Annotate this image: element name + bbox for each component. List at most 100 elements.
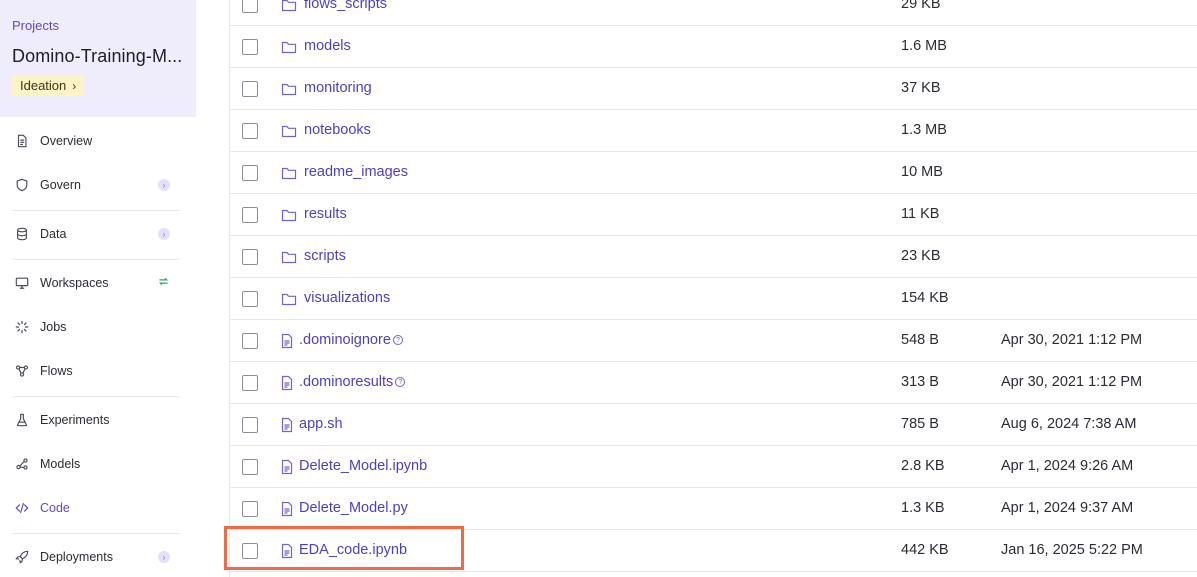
row-checkbox[interactable]	[242, 417, 258, 433]
file-size: 442 KB	[901, 542, 949, 558]
file-row[interactable]: monitoring 37 KB	[230, 68, 1197, 110]
sidebar-item-label: Experiments	[40, 413, 110, 427]
file-name-link[interactable]: scripts	[304, 248, 346, 264]
sidebar-item-label: Deployments	[40, 550, 113, 564]
file-name: models	[304, 38, 351, 54]
file-row[interactable]: Delete_Model.ipynb 2.8 KB Apr 1, 2024 9:26…	[230, 446, 1197, 488]
sidebar-item-label: Flows	[40, 364, 73, 378]
stage-badge[interactable]: Ideation ›	[12, 75, 85, 96]
file-row[interactable]: .dominoignore? 548 B Apr 30, 2021 1:12 PM	[230, 320, 1197, 362]
folder-icon	[281, 81, 297, 101]
sidebar-item-flows[interactable]: Flows	[12, 359, 180, 383]
file-name-link[interactable]: readme_images	[304, 164, 408, 180]
file-row[interactable]: visualizations 154 KB	[230, 278, 1197, 320]
file-row[interactable]: flows_scripts 29 KB	[230, 0, 1197, 26]
file-row[interactable]: models 1.6 MB	[230, 26, 1197, 68]
help-icon[interactable]: ?	[392, 335, 403, 346]
file-modified: Jan 16, 2025 5:22 PM	[1001, 542, 1143, 558]
file-name: Delete_Model.py	[299, 500, 408, 516]
file-name-link[interactable]: app.sh	[299, 416, 343, 432]
sidebar-item-label: Govern	[40, 178, 81, 192]
sidebar-item-models[interactable]: Models	[12, 452, 180, 476]
row-checkbox[interactable]	[242, 333, 258, 349]
file-name-link[interactable]: Delete_Model.ipynb	[299, 458, 427, 474]
file-size: 548 B	[901, 332, 939, 348]
project-header: Projects Domino-Training-M... Ideation ›	[0, 0, 196, 117]
row-checkbox[interactable]	[242, 291, 258, 307]
row-checkbox[interactable]	[242, 501, 258, 517]
row-checkbox[interactable]	[242, 249, 258, 265]
file-name: notebooks	[304, 122, 371, 138]
help-icon[interactable]: ?	[395, 377, 406, 388]
row-checkbox[interactable]	[242, 123, 258, 139]
row-checkbox[interactable]	[242, 0, 258, 13]
file-name: .dominoignore	[299, 332, 391, 348]
file-modified: Apr 1, 2024 9:26 AM	[1001, 458, 1134, 474]
nav-divider	[12, 396, 180, 397]
file-name-link[interactable]: notebooks	[304, 122, 371, 138]
file-size: 10 MB	[901, 164, 943, 180]
file-size: 2.8 KB	[901, 458, 945, 474]
row-checkbox[interactable]	[242, 207, 258, 223]
shield-icon	[12, 178, 32, 192]
file-name: monitoring	[304, 80, 372, 96]
file-name-link[interactable]: monitoring	[304, 80, 372, 96]
file-name: scripts	[304, 248, 346, 264]
file-size: 1.3 KB	[901, 500, 945, 516]
nav-divider	[12, 533, 180, 534]
rocket-icon	[12, 550, 32, 564]
sidebar-item-overview[interactable]: Overview	[12, 129, 180, 153]
file-name: results	[304, 206, 347, 222]
file-icon	[279, 417, 295, 437]
row-checkbox[interactable]	[242, 459, 258, 475]
file-name-link[interactable]: .dominoignore?	[299, 332, 403, 348]
file-name-link[interactable]: results	[304, 206, 347, 222]
file-row[interactable]: readme_images 10 MB	[230, 152, 1197, 194]
file-name-link[interactable]: .dominoresults?	[299, 374, 406, 390]
models-icon	[12, 457, 32, 471]
projects-breadcrumb[interactable]: Projects	[12, 18, 184, 33]
file-name-link[interactable]: models	[304, 38, 351, 54]
file-row[interactable]: results 11 KB	[230, 194, 1197, 236]
folder-icon	[281, 165, 297, 185]
document-icon	[12, 134, 32, 148]
sidebar-item-label: Data	[40, 227, 67, 241]
file-row[interactable]: app.sh 785 B Aug 6, 2024 7:38 AM	[230, 404, 1197, 446]
row-checkbox[interactable]	[242, 165, 258, 181]
sidebar-item-workspaces[interactable]: Workspaces	[12, 271, 180, 295]
expand-chevron-icon[interactable]: ›	[158, 228, 170, 240]
file-row[interactable]: notebooks 1.3 MB	[230, 110, 1197, 152]
highlight-box	[224, 526, 464, 570]
sidebar-item-deployments[interactable]: Deployments ›	[12, 545, 180, 569]
project-sidebar: Projects Domino-Training-M... Ideation ›…	[0, 0, 196, 577]
file-name-link[interactable]: visualizations	[304, 290, 390, 306]
file-name-link[interactable]: flows_scripts	[304, 0, 387, 12]
row-checkbox[interactable]	[242, 81, 258, 97]
sidebar-item-label: Workspaces	[40, 276, 109, 290]
row-checkbox[interactable]	[242, 39, 258, 55]
monitor-icon	[12, 276, 32, 290]
file-icon	[279, 333, 295, 353]
file-name-link[interactable]: Delete_Model.py	[299, 500, 408, 516]
file-modified: Apr 30, 2021 1:12 PM	[1001, 374, 1143, 390]
folder-icon	[281, 207, 297, 227]
sidebar-item-code[interactable]: Code	[12, 496, 180, 520]
row-checkbox[interactable]	[242, 375, 258, 391]
sidebar-item-label: Jobs	[40, 320, 67, 334]
sidebar-item-label: Code	[40, 501, 70, 515]
expand-chevron-icon[interactable]: ›	[158, 551, 170, 563]
file-browser: flows_scripts 29 KB models 1.6 MB monitoring…	[229, 0, 1197, 577]
sidebar-item-experiments[interactable]: Experiments	[12, 408, 180, 432]
file-row[interactable]: scripts 23 KB	[230, 236, 1197, 278]
flask-icon	[12, 413, 32, 427]
file-modified: Aug 6, 2024 7:38 AM	[1001, 416, 1137, 432]
expand-chevron-icon[interactable]: ›	[158, 179, 170, 191]
file-icon	[279, 501, 295, 521]
file-row[interactable]: Delete_Model.py 1.3 KB Apr 1, 2024 9:37 AM	[230, 488, 1197, 530]
sidebar-item-jobs[interactable]: Jobs	[12, 315, 180, 339]
file-row[interactable]: .dominoresults? 313 B Apr 30, 2021 1:12 PM	[230, 362, 1197, 404]
sidebar-item-govern[interactable]: Govern ›	[12, 173, 180, 197]
sidebar-item-data[interactable]: Data ›	[12, 222, 180, 246]
file-name: app.sh	[299, 416, 343, 432]
chevron-right-icon: ›	[72, 78, 77, 93]
